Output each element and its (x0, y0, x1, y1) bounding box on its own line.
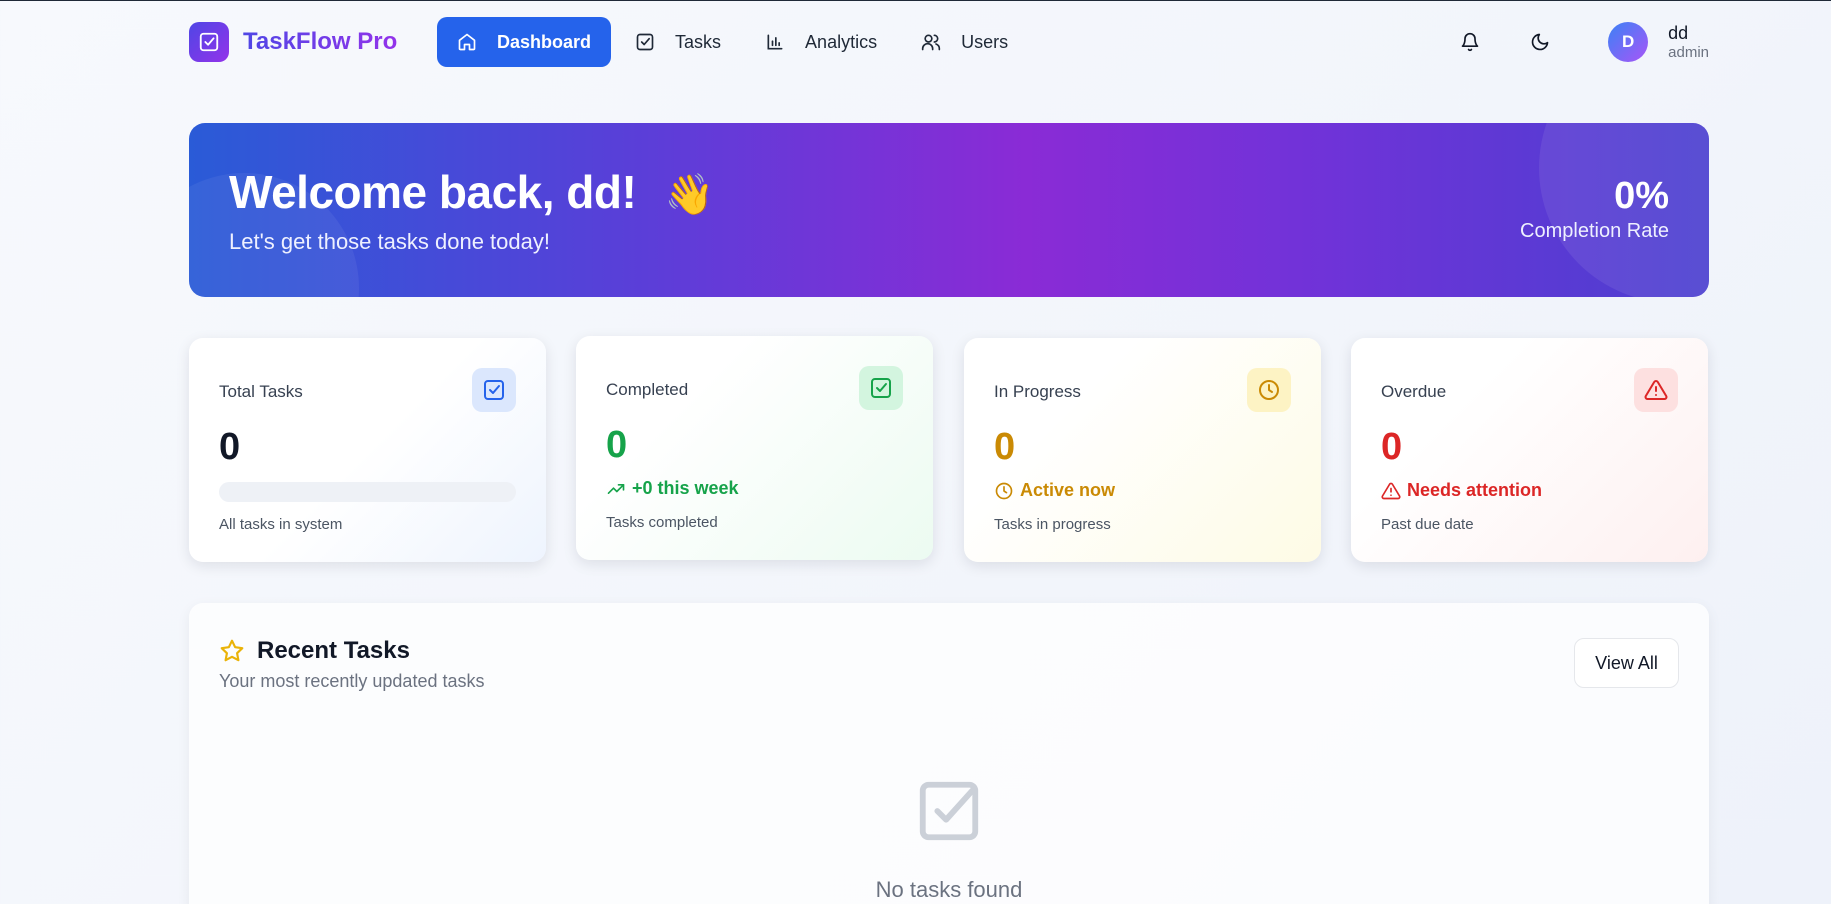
users-icon (921, 34, 941, 51)
stat-trend-text: +0 this week (632, 478, 739, 498)
welcome-subtitle: Let's get those tasks done today! (229, 229, 550, 254)
stat-label: Overdue (1381, 382, 1447, 401)
stat-value: 0 (1381, 426, 1403, 468)
welcome-heading: Welcome back, dd! 👋 (229, 165, 714, 219)
alert-triangle-icon (1381, 482, 1401, 499)
stat-value: 0 (606, 424, 628, 466)
user-role: admin (1668, 43, 1709, 61)
stat-badge (859, 366, 903, 410)
recent-tasks-subtitle: Your most recently updated tasks (219, 671, 485, 691)
stat-trend: Active now (994, 480, 1115, 501)
stat-badge (1634, 368, 1678, 412)
completion-rate-value: 0% (1614, 175, 1669, 217)
stat-badge (472, 368, 516, 412)
stat-description: Tasks completed (606, 514, 718, 531)
checkbox-icon (484, 380, 504, 400)
checkbox-logo-icon (189, 22, 229, 62)
stat-trend: Needs attention (1381, 480, 1542, 501)
home-icon (458, 33, 476, 51)
bar-chart-icon (767, 34, 783, 50)
stat-label: Completed (606, 380, 689, 399)
stat-card-completed[interactable]: Completed 0 +0 this week Tasks completed (576, 336, 933, 560)
bell-icon (1461, 32, 1479, 52)
app-logo[interactable]: TaskFlow Pro (189, 22, 397, 62)
nav-item-label: Users (961, 31, 1009, 52)
main-nav: Dashboard Tasks Analytics Users (437, 16, 1032, 68)
recent-tasks-panel: Recent Tasks Your most recently updated … (189, 603, 1709, 904)
theme-toggle-button[interactable] (1520, 22, 1560, 62)
top-navbar: TaskFlow Pro Dashboard Tasks Analytics U… (189, 16, 1709, 68)
nav-item-analytics[interactable]: Analytics (745, 17, 897, 67)
alert-triangle-icon (1644, 379, 1668, 400)
trending-up-icon (607, 483, 625, 494)
user-name: dd (1668, 23, 1689, 44)
avatar: D (1608, 22, 1649, 62)
stat-trend: +0 this week (606, 478, 739, 499)
checkbox-icon (871, 378, 891, 398)
moon-icon (1531, 33, 1549, 51)
recent-tasks-title: Recent Tasks (257, 637, 410, 664)
stat-label: Total Tasks (219, 382, 303, 401)
stat-card-total-tasks[interactable]: Total Tasks 0 All tasks in system (189, 338, 546, 562)
star-icon (220, 639, 244, 662)
notifications-button[interactable] (1450, 22, 1490, 62)
stat-value: 0 (994, 426, 1016, 468)
nav-actions: D dd admin (1450, 16, 1709, 68)
completion-rate: 0% Completion Rate (1520, 175, 1669, 243)
stat-trend-text: Needs attention (1407, 480, 1543, 500)
stat-card-in-progress[interactable]: In Progress 0 Active now Tasks in progre… (964, 338, 1321, 562)
stat-trend-text: Active now (1020, 480, 1116, 500)
completion-rate-label: Completion Rate (1520, 220, 1669, 242)
view-all-button[interactable]: View All (1574, 638, 1679, 688)
recent-tasks-header: Recent Tasks (219, 637, 410, 665)
empty-state-text: No tasks found (875, 877, 1023, 902)
window-top-border (0, 0, 1831, 1)
nav-item-label: Analytics (805, 31, 878, 52)
clock-icon (995, 482, 1013, 499)
user-menu[interactable]: D dd admin (1608, 22, 1709, 62)
stat-badge (1247, 368, 1291, 412)
nav-item-label: Tasks (675, 31, 722, 52)
stat-description: Past due date (1381, 516, 1474, 533)
nav-item-label: Dashboard (497, 31, 592, 52)
nav-item-dashboard[interactable]: Dashboard (437, 17, 612, 67)
stat-description: All tasks in system (219, 516, 343, 533)
user-meta: dd admin (1668, 23, 1709, 61)
stat-card-overdue[interactable]: Overdue 0 Needs attention Past due date (1351, 338, 1708, 562)
clock-icon (1259, 380, 1279, 400)
stat-description: Tasks in progress (994, 516, 1111, 533)
nav-item-tasks[interactable]: Tasks (615, 17, 741, 67)
welcome-banner: Welcome back, dd! 👋 Let's get those task… (189, 123, 1709, 297)
stat-label: In Progress (994, 382, 1081, 401)
empty-checkbox-icon (914, 776, 984, 851)
app-name: TaskFlow Pro (243, 28, 398, 55)
checkbox-icon (636, 33, 654, 51)
wave-emoji: 👋 (664, 173, 715, 217)
stat-value: 0 (219, 426, 241, 468)
total-progress-bar (219, 482, 516, 502)
nav-item-users[interactable]: Users (901, 17, 1028, 67)
welcome-title-text: Welcome back, dd! (229, 166, 637, 218)
